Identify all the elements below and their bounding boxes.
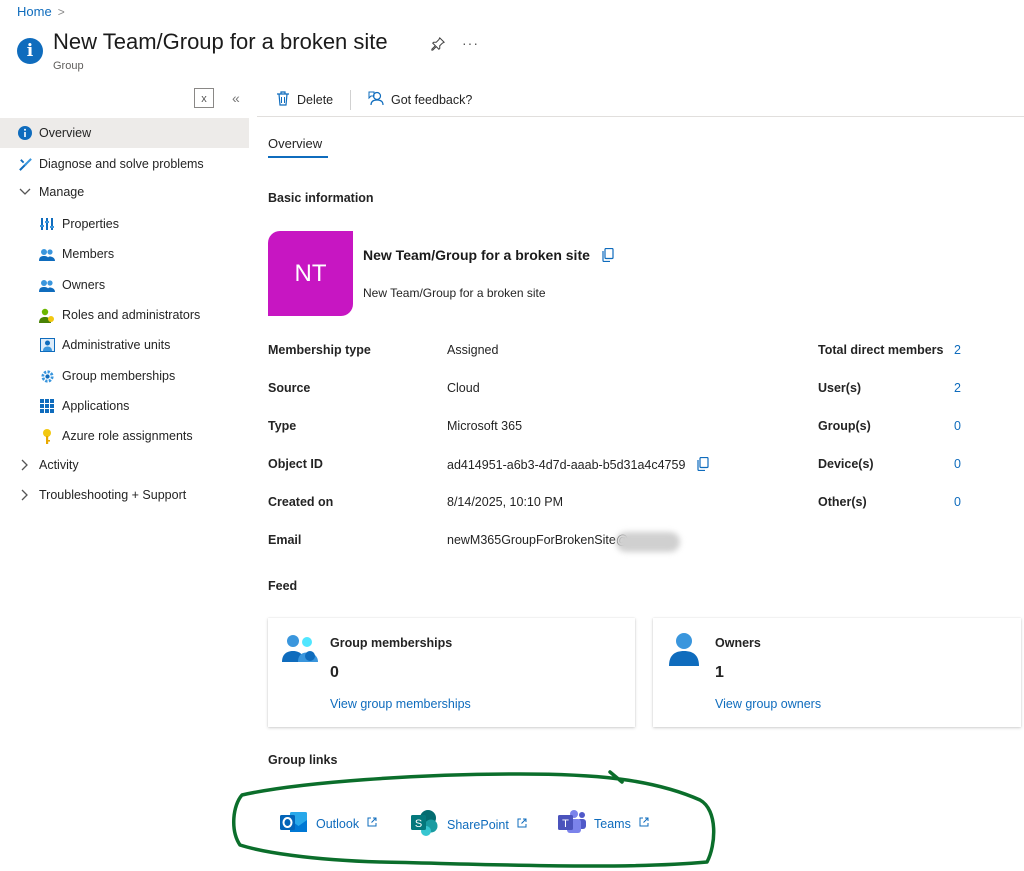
highlight-annotation	[232, 770, 716, 868]
